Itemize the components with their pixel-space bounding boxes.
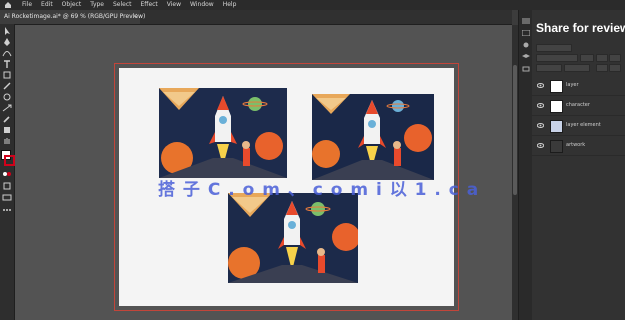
layer-name: artwork	[566, 142, 586, 148]
layer-search-field[interactable]	[536, 44, 572, 52]
artboards-icon[interactable]	[522, 66, 530, 72]
more-tools-icon[interactable]	[2, 206, 12, 214]
share-for-review-button[interactable]: Share for review	[532, 18, 625, 38]
layer-row[interactable]: character	[532, 96, 625, 116]
layer-new-button[interactable]	[596, 64, 608, 72]
layer-name: character	[566, 102, 590, 108]
home-icon[interactable]	[4, 1, 12, 9]
menu-type[interactable]: Type	[90, 0, 104, 10]
layer-filter-field[interactable]	[536, 54, 578, 62]
libraries-icon[interactable]	[522, 30, 530, 36]
menu-window[interactable]: Window	[190, 0, 214, 10]
document-tab-bar: Ai Rocketimage.ai* @ 69 % (RGB/GPU Previ…	[0, 10, 512, 25]
layer-name: layer element	[566, 122, 601, 128]
layer-thumbnail	[550, 140, 563, 153]
layer-row[interactable]: artwork	[532, 136, 625, 156]
rocket-artwork-2[interactable]	[312, 94, 434, 180]
selection-tool-icon[interactable]	[2, 27, 12, 35]
menu-object[interactable]: Object	[62, 0, 82, 10]
pen-tool-icon[interactable]	[2, 38, 12, 46]
layer-view-button[interactable]	[609, 54, 621, 62]
type-tool-icon[interactable]	[2, 60, 12, 68]
menu-effect[interactable]: Effect	[141, 0, 158, 10]
eye-icon[interactable]	[537, 103, 544, 108]
rocket-artwork-3[interactable]	[228, 193, 358, 283]
document-tab-title: Ai Rocketimage.ai* @ 69 % (RGB/GPU Previ…	[4, 13, 146, 20]
layer-options-button[interactable]	[596, 54, 608, 62]
menu-bar: File Edit Object Type Select Effect View…	[0, 0, 625, 10]
layer-lock-field[interactable]	[536, 64, 562, 72]
curvature-tool-icon[interactable]	[2, 49, 12, 57]
scrollbar-thumb[interactable]	[513, 65, 517, 195]
eye-icon[interactable]	[537, 123, 544, 128]
document-tab[interactable]: Ai Rocketimage.ai* @ 69 % (RGB/GPU Previ…	[0, 10, 145, 24]
screen-mode-icon[interactable]	[2, 194, 12, 202]
rocket-artwork-1[interactable]	[159, 88, 287, 178]
menu-select[interactable]: Select	[113, 0, 132, 10]
layer-thumbnail	[550, 80, 563, 93]
layer-thumbnail	[550, 120, 563, 133]
layer-color-field[interactable]	[564, 64, 590, 72]
color-icon[interactable]	[522, 42, 530, 48]
layer-row[interactable]: layer	[532, 76, 625, 96]
close-icon[interactable]: ×	[132, 12, 138, 20]
layer-delete-button[interactable]	[609, 64, 621, 72]
menu-view[interactable]: View	[167, 0, 181, 10]
draw-mode-icon[interactable]	[2, 182, 12, 190]
eyedropper-tool-icon[interactable]	[2, 115, 12, 123]
watermark-text: 搭 子 C . o m 、 c o m i 以 1 . c a	[158, 180, 480, 200]
eye-icon[interactable]	[537, 143, 544, 148]
layer-filter-dropdown[interactable]	[580, 54, 594, 62]
scale-tool-icon[interactable]	[2, 104, 12, 112]
artboard-tool-icon[interactable]	[2, 126, 12, 134]
menu-help[interactable]: Help	[223, 0, 237, 10]
tools-panel	[0, 24, 15, 320]
brush-tool-icon[interactable]	[2, 82, 12, 90]
hand-tool-icon[interactable]	[2, 137, 12, 145]
eye-icon[interactable]	[537, 83, 544, 88]
rectangle-tool-icon[interactable]	[2, 71, 12, 79]
color-mode-icon[interactable]	[2, 170, 12, 178]
menu-edit[interactable]: Edit	[41, 0, 53, 10]
stroke-swatch[interactable]	[4, 155, 15, 166]
menu-file[interactable]: File	[22, 0, 32, 10]
canvas-workspace[interactable]: 搭 子 C . o m 、 c o m i 以 1 . c a	[15, 25, 512, 320]
layer-thumbnail	[550, 100, 563, 113]
rotate-tool-icon[interactable]	[2, 93, 12, 101]
menu-items: File Edit Object Type Select Effect View…	[22, 0, 236, 10]
properties-icon[interactable]	[522, 18, 530, 24]
layers-icon[interactable]	[522, 54, 530, 60]
layer-name: layer	[566, 82, 579, 88]
panel-icon-strip	[518, 10, 533, 320]
layer-row[interactable]: layer element	[532, 116, 625, 136]
